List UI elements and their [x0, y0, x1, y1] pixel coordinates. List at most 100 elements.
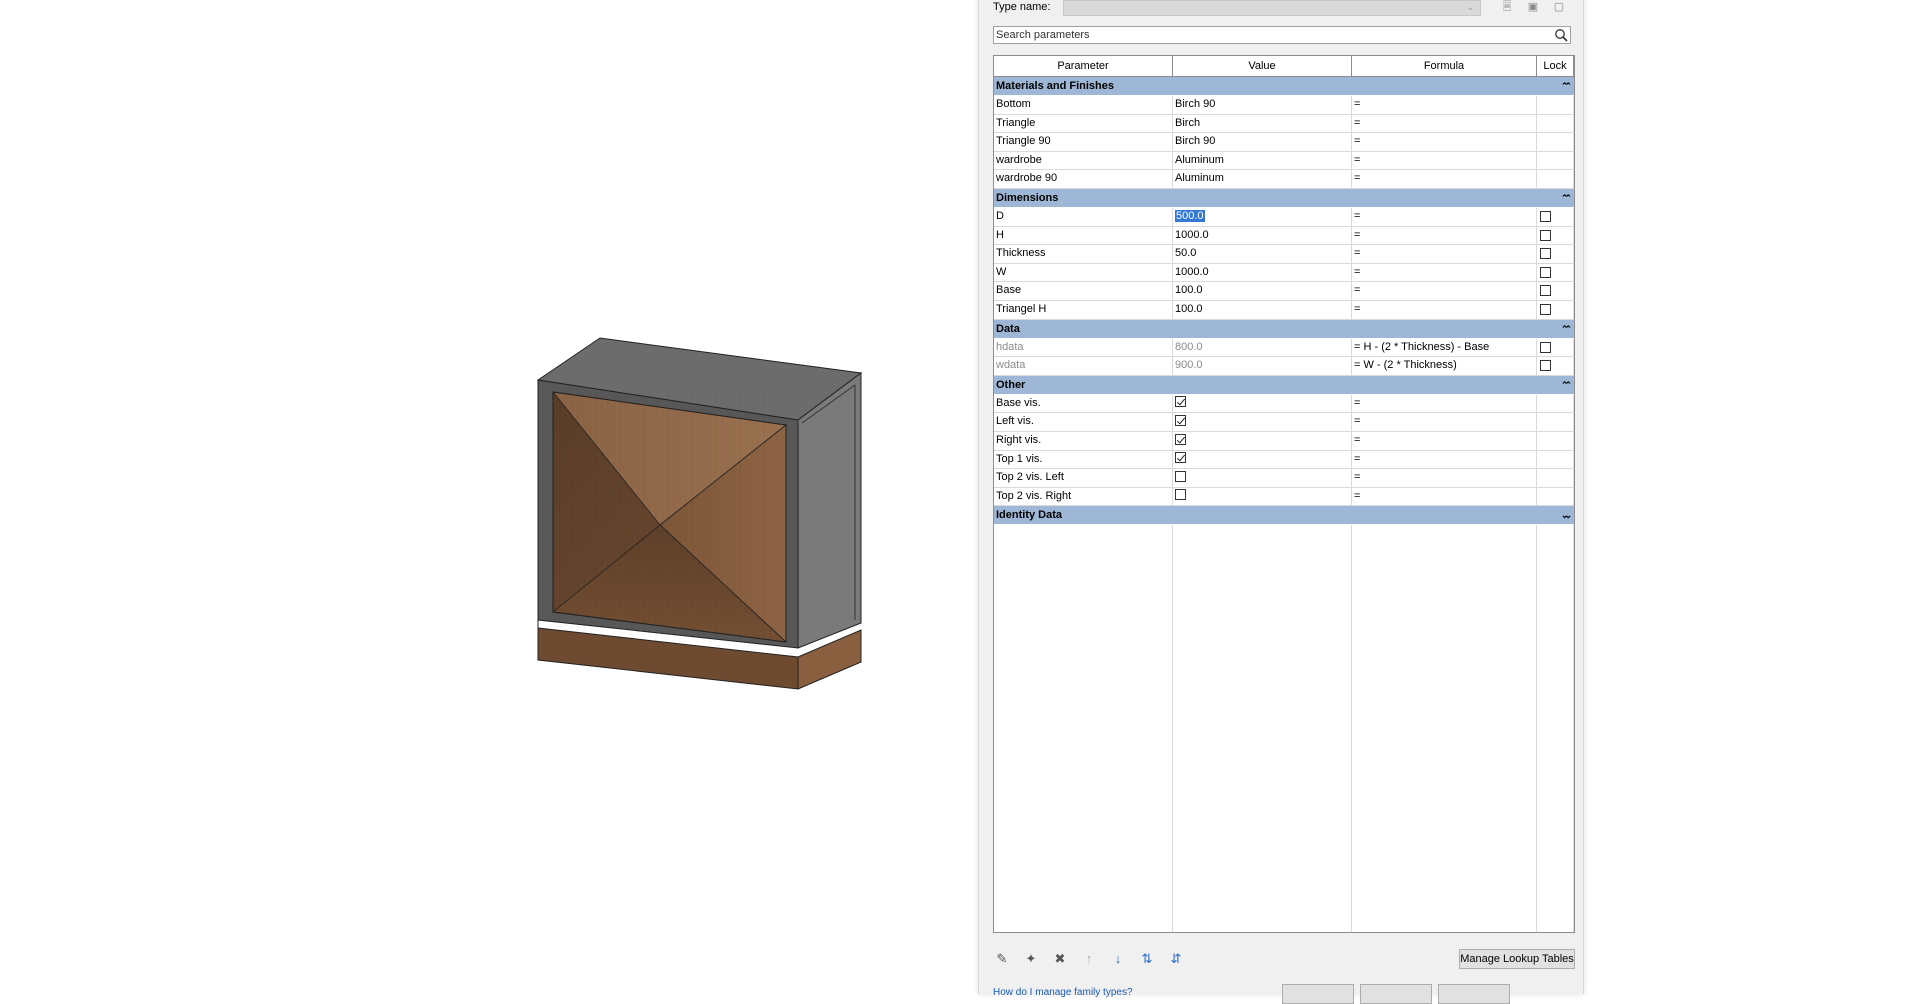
- parameter-formula[interactable]: =: [1352, 282, 1537, 300]
- parameter-value[interactable]: [1173, 431, 1352, 450]
- value-text[interactable]: 100.0: [1175, 284, 1203, 296]
- parameter-formula[interactable]: =: [1352, 133, 1537, 151]
- value-text[interactable]: 900.0: [1175, 359, 1203, 371]
- parameter-row[interactable]: wdata 900.0 = W - (2 * Thickness): [994, 357, 1574, 376]
- parameter-value[interactable]: [1173, 469, 1352, 487]
- group-header[interactable]: Dimensions ⌃⌃: [994, 188, 1574, 208]
- parameter-value[interactable]: Birch 90: [1173, 96, 1352, 114]
- parameter-value[interactable]: Aluminum: [1173, 151, 1352, 170]
- delete-type-icon[interactable]: ▢: [1552, 0, 1566, 14]
- rename-type-icon[interactable]: ▣: [1526, 0, 1540, 14]
- group-header[interactable]: Data ⌃⌃: [994, 319, 1574, 339]
- parameter-row[interactable]: Base vis. =: [994, 394, 1574, 414]
- parameter-formula[interactable]: =: [1352, 226, 1537, 245]
- edit-pencil-icon[interactable]: ✎: [993, 950, 1011, 968]
- value-text[interactable]: Birch 90: [1175, 98, 1215, 110]
- lock-checkbox[interactable]: [1540, 248, 1551, 260]
- chevron-double-up-icon[interactable]: ⌃⌃: [1561, 77, 1572, 95]
- parameter-row[interactable]: Top 2 vis. Left =: [994, 469, 1574, 488]
- value-text[interactable]: 100.0: [1175, 303, 1203, 315]
- parameter-value[interactable]: 1000.0: [1173, 263, 1352, 282]
- parameter-row[interactable]: Right vis. =: [994, 431, 1574, 451]
- group-header[interactable]: Other ⌃⌃: [994, 375, 1574, 395]
- value-text[interactable]: 800.0: [1175, 341, 1203, 353]
- parameter-value[interactable]: [1173, 394, 1352, 413]
- sort-ascending-icon[interactable]: ⇅: [1138, 950, 1156, 968]
- parameter-value[interactable]: [1173, 487, 1352, 506]
- cancel-button[interactable]: [1360, 984, 1432, 1004]
- apply-button[interactable]: [1438, 984, 1510, 1004]
- value-text[interactable]: 500.0: [1175, 209, 1205, 222]
- move-down-icon[interactable]: ↓: [1109, 950, 1127, 968]
- parameter-formula[interactable]: =: [1352, 263, 1537, 282]
- parameter-row[interactable]: Top 2 vis. Right =: [994, 487, 1574, 507]
- parameter-formula[interactable]: =: [1352, 114, 1537, 133]
- parameter-formula[interactable]: =: [1352, 170, 1537, 188]
- value-checkbox[interactable]: [1175, 489, 1186, 501]
- column-header-formula[interactable]: Formula: [1352, 56, 1537, 76]
- lock-checkbox[interactable]: [1540, 360, 1551, 372]
- parameter-value[interactable]: 1000.0: [1173, 226, 1352, 245]
- search-icon[interactable]: [1554, 28, 1568, 42]
- new-parameter-icon[interactable]: ✦: [1022, 950, 1040, 968]
- sort-descending-icon[interactable]: ⇵: [1167, 950, 1185, 968]
- parameter-row[interactable]: hdata 800.0 = H - (2 * Thickness) - Base: [994, 338, 1574, 358]
- parameter-row[interactable]: wardrobe Aluminum =: [994, 151, 1574, 171]
- chevron-double-up-icon[interactable]: ⌃⌃: [1561, 320, 1572, 338]
- lock-checkbox[interactable]: [1540, 285, 1551, 297]
- model-viewport[interactable]: [0, 0, 975, 989]
- value-checkbox[interactable]: [1175, 470, 1186, 482]
- parameter-row[interactable]: Thickness 50.0 =: [994, 245, 1574, 264]
- value-text[interactable]: Birch 90: [1175, 135, 1215, 147]
- move-up-icon[interactable]: ↑: [1080, 950, 1098, 968]
- lock-checkbox[interactable]: [1540, 303, 1551, 315]
- parameter-formula[interactable]: =: [1352, 245, 1537, 263]
- parameter-formula[interactable]: = H - (2 * Thickness) - Base: [1352, 338, 1537, 357]
- parameter-value[interactable]: 100.0: [1173, 282, 1352, 300]
- parameter-value[interactable]: 100.0: [1173, 300, 1352, 319]
- value-checkbox[interactable]: [1175, 414, 1186, 426]
- parameter-row[interactable]: Left vis. =: [994, 413, 1574, 432]
- parameter-value[interactable]: 800.0: [1173, 338, 1352, 357]
- lock-checkbox[interactable]: [1540, 229, 1551, 241]
- new-type-icon[interactable]: 🗏: [1500, 0, 1514, 14]
- parameter-formula[interactable]: =: [1352, 96, 1537, 114]
- parameter-value[interactable]: [1173, 413, 1352, 431]
- parameter-row[interactable]: Top 1 vis. =: [994, 450, 1574, 470]
- value-text[interactable]: 1000.0: [1175, 266, 1209, 278]
- group-header[interactable]: Materials and Finishes ⌃⌃: [994, 77, 1574, 96]
- parameter-formula[interactable]: =: [1352, 450, 1537, 469]
- search-input[interactable]: [996, 28, 1536, 42]
- manage-lookup-tables-button[interactable]: Manage Lookup Tables: [1459, 949, 1575, 969]
- parameter-row[interactable]: wardrobe 90 Aluminum =: [994, 170, 1574, 189]
- parameter-row[interactable]: Triangle Birch =: [994, 114, 1574, 134]
- chevron-double-down-icon[interactable]: ⌄⌄: [1561, 506, 1572, 524]
- parameter-row[interactable]: Bottom Birch 90 =: [994, 96, 1574, 115]
- value-checkbox[interactable]: [1175, 396, 1186, 408]
- value-text[interactable]: 1000.0: [1175, 229, 1209, 241]
- parameter-row[interactable]: Triangel H 100.0 =: [994, 300, 1574, 320]
- parameter-value[interactable]: Birch: [1173, 114, 1352, 133]
- lock-checkbox[interactable]: [1540, 210, 1551, 222]
- parameter-formula[interactable]: =: [1352, 487, 1537, 506]
- parameter-formula[interactable]: =: [1352, 394, 1537, 413]
- parameter-value[interactable]: Birch 90: [1173, 133, 1352, 151]
- parameter-formula[interactable]: =: [1352, 151, 1537, 170]
- parameter-value[interactable]: 900.0: [1173, 357, 1352, 375]
- lock-checkbox[interactable]: [1540, 341, 1551, 353]
- column-header-parameter[interactable]: Parameter: [994, 56, 1173, 76]
- parameter-value[interactable]: 50.0: [1173, 245, 1352, 263]
- column-header-lock[interactable]: Lock: [1537, 56, 1574, 76]
- group-header[interactable]: Identity Data ⌄⌄: [994, 506, 1574, 526]
- parameter-row[interactable]: H 1000.0 =: [994, 226, 1574, 246]
- parameter-formula[interactable]: =: [1352, 300, 1537, 319]
- parameter-value[interactable]: [1173, 450, 1352, 469]
- value-checkbox[interactable]: [1175, 433, 1186, 445]
- value-text[interactable]: 50.0: [1175, 247, 1196, 259]
- parameter-value[interactable]: Aluminum: [1173, 170, 1352, 188]
- parameter-row[interactable]: Base 100.0 =: [994, 282, 1574, 301]
- column-header-value[interactable]: Value: [1173, 56, 1352, 76]
- lock-checkbox[interactable]: [1540, 266, 1551, 278]
- type-name-dropdown[interactable]: ⌄: [1063, 0, 1481, 16]
- parameter-formula[interactable]: =: [1352, 469, 1537, 487]
